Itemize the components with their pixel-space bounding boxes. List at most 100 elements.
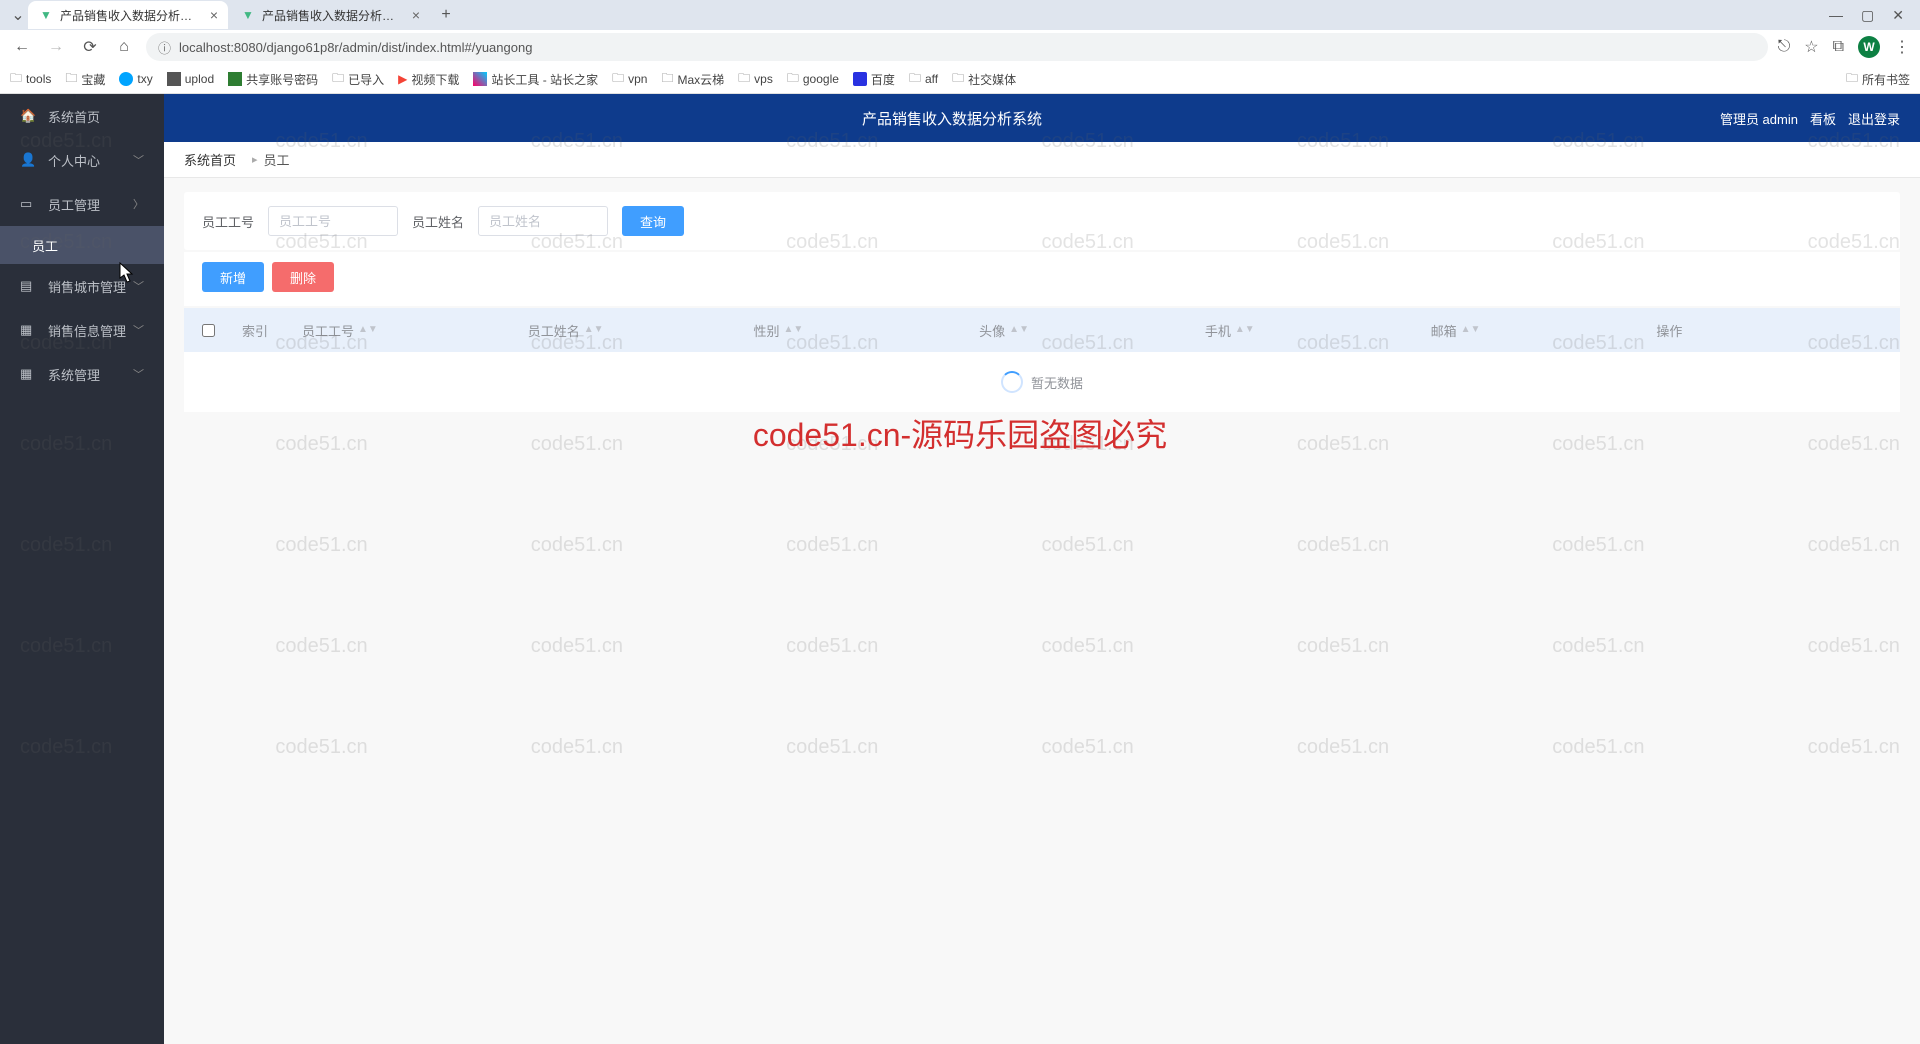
forward-button[interactable]: → (44, 38, 68, 56)
select-all-checkbox[interactable] (202, 324, 215, 337)
bookmarks-bar: 🗀tools 🗀宝藏 txy uplod 共享账号密码 🗀已导入 ▶视频下载 站… (0, 64, 1920, 94)
maximize-icon[interactable]: ▢ (1861, 7, 1874, 24)
bookmark-item[interactable]: ▶视频下载 (398, 71, 459, 88)
delete-button[interactable]: 删除 (272, 262, 334, 292)
bookmark-item[interactable]: txy (119, 72, 152, 86)
browser-tab-active[interactable]: ▼ 产品销售收入数据分析系统 × (28, 1, 228, 29)
sort-icon[interactable]: ▲▼ (1235, 327, 1255, 333)
uplod-icon (167, 72, 181, 86)
topbar-title: 产品销售收入数据分析系统 (184, 108, 1720, 129)
bookmark-item[interactable]: 🗀宝藏 (65, 69, 105, 90)
url-text: localhost:8080/django61p8r/admin/dist/in… (179, 40, 532, 55)
th-index[interactable]: 索引 (242, 321, 302, 340)
txy-icon (119, 72, 133, 86)
vue-favicon-icon: ▼ (38, 7, 54, 23)
folder-icon: 🗀 (787, 69, 799, 90)
close-tab-icon[interactable]: × (210, 7, 218, 23)
bookmark-item[interactable]: 站长工具 - 站长之家 (473, 71, 598, 88)
addr-right-icons: ⎋ ☆ ⧉ W ⋮ (1778, 36, 1910, 58)
baidu-icon (853, 72, 867, 86)
back-button[interactable]: ← (10, 38, 34, 56)
bookmark-star-icon[interactable]: ☆ (1804, 37, 1818, 57)
topbar: 产品销售收入数据分析系统 管理员 admin 看板 退出登录 (164, 94, 1920, 142)
all-bookmarks[interactable]: 🗀所有书签 (1846, 69, 1910, 90)
th-checkbox[interactable] (202, 324, 242, 337)
sort-icon[interactable]: ▲▼ (1009, 327, 1029, 333)
url-input[interactable]: ⓘ localhost:8080/django61p8r/admin/dist/… (146, 33, 1768, 61)
sort-icon[interactable]: ▲▼ (358, 327, 378, 333)
sidebar-item-personal[interactable]: 👤 个人中心 ﹀ (0, 138, 164, 182)
empty-text: 暂无数据 (1031, 373, 1083, 392)
add-button[interactable]: 新增 (202, 262, 264, 292)
sidebar-item-label: 销售城市管理 (48, 277, 126, 296)
th-phone[interactable]: 手机▲▼ (1205, 321, 1431, 340)
bookmark-item[interactable]: 🗀Max云梯 (661, 69, 724, 90)
bookmark-item[interactable]: 🗀vpn (612, 69, 647, 90)
bookmark-item[interactable]: 🗀tools (10, 69, 51, 90)
grid-icon: ▦ (20, 322, 38, 338)
close-tab-icon[interactable]: × (412, 7, 420, 23)
sidebar-item-salesinfo[interactable]: ▦ 销售信息管理 ﹀ (0, 308, 164, 352)
bookmark-item[interactable]: 🗀社交媒体 (952, 69, 1016, 90)
admin-label[interactable]: 管理员 admin (1720, 109, 1798, 128)
bookmark-item[interactable]: 🗀google (787, 69, 839, 90)
folder-icon: 🗀 (952, 69, 964, 90)
folder-icon: 🗀 (1846, 69, 1858, 90)
home-button[interactable]: ⌂ (112, 38, 136, 56)
tab-title: 产品销售收入数据分析系统 (262, 7, 406, 24)
action-row: 新增 删除 (184, 252, 1900, 306)
sort-icon[interactable]: ▲▼ (1461, 327, 1481, 333)
bookmark-item[interactable]: 🗀已导入 (332, 69, 384, 90)
menu-icon[interactable]: ⋮ (1894, 37, 1910, 57)
th-avatar[interactable]: 头像▲▼ (979, 321, 1205, 340)
kanban-link[interactable]: 看板 (1810, 109, 1836, 128)
sort-icon[interactable]: ▲▼ (783, 327, 803, 333)
zz-icon (473, 72, 487, 86)
tab-title: 产品销售收入数据分析系统 (60, 7, 204, 24)
browser-tab[interactable]: ▼ 产品销售收入数据分析系统 × (230, 1, 430, 29)
video-icon: ▶ (398, 72, 407, 86)
logout-link[interactable]: 退出登录 (1848, 109, 1900, 128)
sidebar-subitem-employee[interactable]: 员工 (0, 226, 164, 264)
tab-bar: ⌄ ▼ 产品销售收入数据分析系统 × ▼ 产品销售收入数据分析系统 × + ― … (0, 0, 1920, 30)
sidebar-item-city[interactable]: ▤ 销售城市管理 ﹀ (0, 264, 164, 308)
extensions-icon[interactable]: ⧉ (1833, 38, 1844, 56)
th-gender[interactable]: 性别▲▼ (753, 321, 979, 340)
chevron-up-icon: ︿ (131, 199, 147, 210)
query-button[interactable]: 查询 (622, 206, 684, 236)
bookmark-item[interactable]: 共享账号密码 (228, 71, 318, 88)
th-empname[interactable]: 员工姓名▲▼ (528, 321, 754, 340)
bookmark-item[interactable]: 百度 (853, 71, 895, 88)
emp-id-input[interactable] (268, 206, 398, 236)
browser-chrome: ⌄ ▼ 产品销售收入数据分析系统 × ▼ 产品销售收入数据分析系统 × + ― … (0, 0, 1920, 94)
bt-icon (228, 72, 242, 86)
th-email[interactable]: 邮箱▲▼ (1431, 321, 1657, 340)
site-info-icon[interactable]: ⓘ (158, 38, 171, 57)
sidebar-item-home[interactable]: 🏠 系统首页 (0, 94, 164, 138)
sidebar-item-label: 销售信息管理 (48, 321, 126, 340)
reload-button[interactable]: ⟳ (78, 37, 102, 57)
sidebar-item-system[interactable]: ▦ 系统管理 ﹀ (0, 352, 164, 396)
sidebar-item-label: 系统首页 (48, 107, 100, 126)
table-header: 索引 员工工号▲▼ 员工姓名▲▼ 性别▲▼ 头像▲▼ 手机▲▼ 邮箱▲▼ 操作 (184, 308, 1900, 352)
emp-id-label: 员工工号 (202, 212, 254, 231)
city-icon: ▤ (20, 278, 38, 294)
home-icon: 🏠 (20, 108, 38, 124)
th-empid[interactable]: 员工工号▲▼ (302, 321, 528, 340)
minimize-icon[interactable]: ― (1829, 7, 1843, 24)
profile-avatar[interactable]: W (1858, 36, 1880, 58)
bookmark-item[interactable]: 🗀aff (909, 69, 938, 90)
sidebar-item-staff[interactable]: ▭ 员工管理 ︿ (0, 182, 164, 226)
translate-icon[interactable]: ⎋ (1778, 38, 1791, 56)
emp-name-input[interactable] (478, 206, 608, 236)
bookmark-item[interactable]: uplod (167, 72, 214, 86)
main-area: 产品销售收入数据分析系统 管理员 admin 看板 退出登录 系统首页 ▸ 员工… (164, 94, 1920, 1044)
bookmark-item[interactable]: 🗀vps (738, 69, 773, 90)
chevron-down-icon: ﹀ (133, 152, 144, 168)
close-window-icon[interactable]: ✕ (1892, 7, 1904, 24)
grid-icon: ▦ (20, 366, 38, 382)
tabs-dropdown-icon[interactable]: ⌄ (8, 5, 28, 25)
sort-icon[interactable]: ▲▼ (584, 327, 604, 333)
breadcrumb-home[interactable]: 系统首页 (184, 150, 236, 169)
new-tab-button[interactable]: + (432, 6, 460, 24)
